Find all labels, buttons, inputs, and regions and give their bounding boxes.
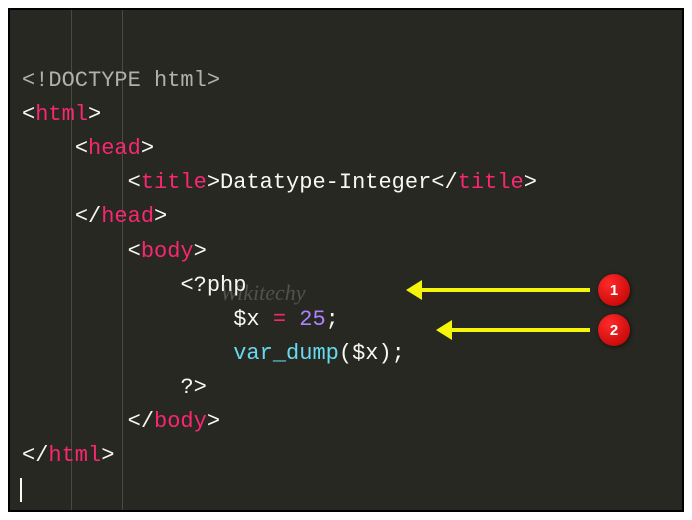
variable-x: $x: [352, 341, 378, 366]
bracket: >: [141, 136, 154, 161]
bracket: >: [194, 239, 207, 264]
paren: ): [378, 341, 391, 366]
code-block: <!DOCTYPE html> <html> <head> <title>Dat…: [10, 10, 682, 512]
bubble-2: 2: [598, 314, 630, 346]
cursor: [20, 478, 22, 502]
bracket: <: [75, 136, 88, 161]
tag-html: html: [35, 102, 88, 127]
bracket: >: [88, 102, 101, 127]
semicolon: ;: [392, 341, 405, 366]
bracket: >: [524, 170, 537, 195]
tag-body-close: body: [154, 409, 207, 434]
bracket: >: [207, 409, 220, 434]
tag-head-close: head: [101, 204, 154, 229]
bracket: <: [128, 170, 141, 195]
bracket: <: [22, 102, 35, 127]
doctype: <!DOCTYPE html>: [22, 68, 220, 93]
paren: (: [339, 341, 352, 366]
tag-title: title: [141, 170, 207, 195]
bracket: >: [154, 204, 167, 229]
tag-body: body: [141, 239, 194, 264]
bracket: </: [22, 443, 48, 468]
variable-x: $x: [233, 307, 259, 332]
bracket: <: [128, 239, 141, 264]
semicolon: ;: [326, 307, 339, 332]
bracket: >: [207, 170, 220, 195]
bracket: </: [75, 204, 101, 229]
annotation-1: 1: [420, 274, 630, 306]
arrow-icon: [450, 328, 590, 332]
number-25: 25: [299, 307, 325, 332]
title-text: Datatype-Integer: [220, 170, 431, 195]
tag-html-close: html: [48, 443, 101, 468]
php-open: <?php: [180, 273, 246, 298]
php-close: ?>: [180, 375, 206, 400]
bubble-1: 1: [598, 274, 630, 306]
annotation-2: 2: [450, 314, 630, 346]
arrow-icon: [420, 288, 590, 292]
bracket: >: [101, 443, 114, 468]
bracket: </: [128, 409, 154, 434]
tag-head: head: [88, 136, 141, 161]
code-editor: <!DOCTYPE html> <html> <head> <title>Dat…: [8, 8, 684, 512]
func-var-dump: var_dump: [233, 341, 339, 366]
equals: =: [260, 307, 300, 332]
tag-title-close: title: [458, 170, 524, 195]
bracket: </: [431, 170, 457, 195]
